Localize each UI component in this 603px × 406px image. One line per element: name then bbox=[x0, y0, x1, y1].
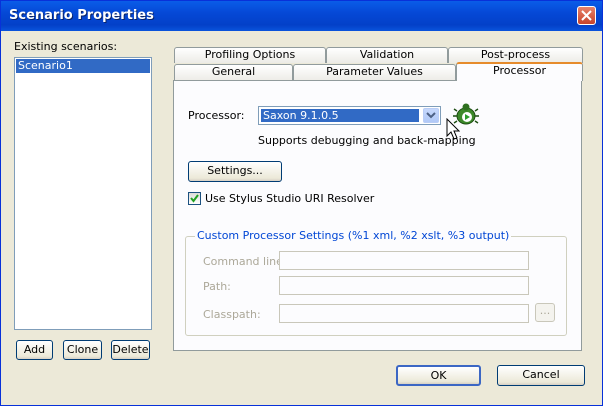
classpath-browse-button[interactable]: ... bbox=[535, 303, 555, 322]
add-button[interactable]: Add bbox=[16, 340, 53, 360]
delete-button[interactable]: Delete bbox=[111, 340, 150, 360]
scenario-name: Scenario1 bbox=[18, 59, 73, 72]
classpath-field[interactable] bbox=[279, 304, 529, 323]
list-item[interactable]: Scenario1 bbox=[16, 59, 150, 73]
tab-processor[interactable]: Processor bbox=[456, 62, 583, 81]
dropdown-button[interactable] bbox=[423, 108, 439, 123]
command-line-field[interactable] bbox=[279, 251, 529, 270]
tab-validation[interactable]: Validation bbox=[326, 47, 448, 63]
processor-label: Processor: bbox=[188, 109, 245, 122]
tab-general[interactable]: General bbox=[174, 64, 293, 81]
existing-scenarios-label: Existing scenarios: bbox=[14, 40, 118, 53]
settings-button[interactable]: Settings... bbox=[188, 161, 282, 182]
ok-button[interactable]: OK bbox=[396, 365, 481, 386]
command-line-label: Command line: bbox=[203, 255, 287, 268]
processor-description: Supports debugging and back-mapping bbox=[258, 134, 476, 147]
path-label: Path: bbox=[203, 280, 231, 293]
processor-value: Saxon 9.1.0.5 bbox=[263, 109, 339, 122]
path-field[interactable] bbox=[279, 276, 529, 295]
cancel-button[interactable]: Cancel bbox=[497, 365, 585, 386]
scenarios-list[interactable]: Scenario1 bbox=[14, 57, 152, 330]
tab-post-process[interactable]: Post-process bbox=[448, 47, 583, 63]
clone-button[interactable]: Clone bbox=[63, 340, 102, 360]
tab-parameter-values[interactable]: Parameter Values bbox=[293, 64, 456, 81]
close-button[interactable] bbox=[577, 6, 596, 25]
title-bar[interactable]: Scenario Properties bbox=[1, 1, 602, 31]
window-title: Scenario Properties bbox=[9, 8, 154, 23]
close-icon bbox=[581, 10, 592, 21]
custom-settings-legend: Custom Processor Settings (%1 xml, %2 xs… bbox=[195, 229, 512, 242]
chevron-down-icon bbox=[426, 112, 436, 119]
checkmark-icon bbox=[190, 194, 199, 203]
processor-dropdown[interactable]: Saxon 9.1.0.5 bbox=[258, 106, 441, 125]
uri-resolver-checkbox[interactable] bbox=[188, 192, 201, 205]
tab-profiling-options[interactable]: Profiling Options bbox=[174, 47, 326, 63]
uri-resolver-label[interactable]: Use Stylus Studio URI Resolver bbox=[205, 192, 374, 205]
classpath-label: Classpath: bbox=[203, 308, 261, 321]
